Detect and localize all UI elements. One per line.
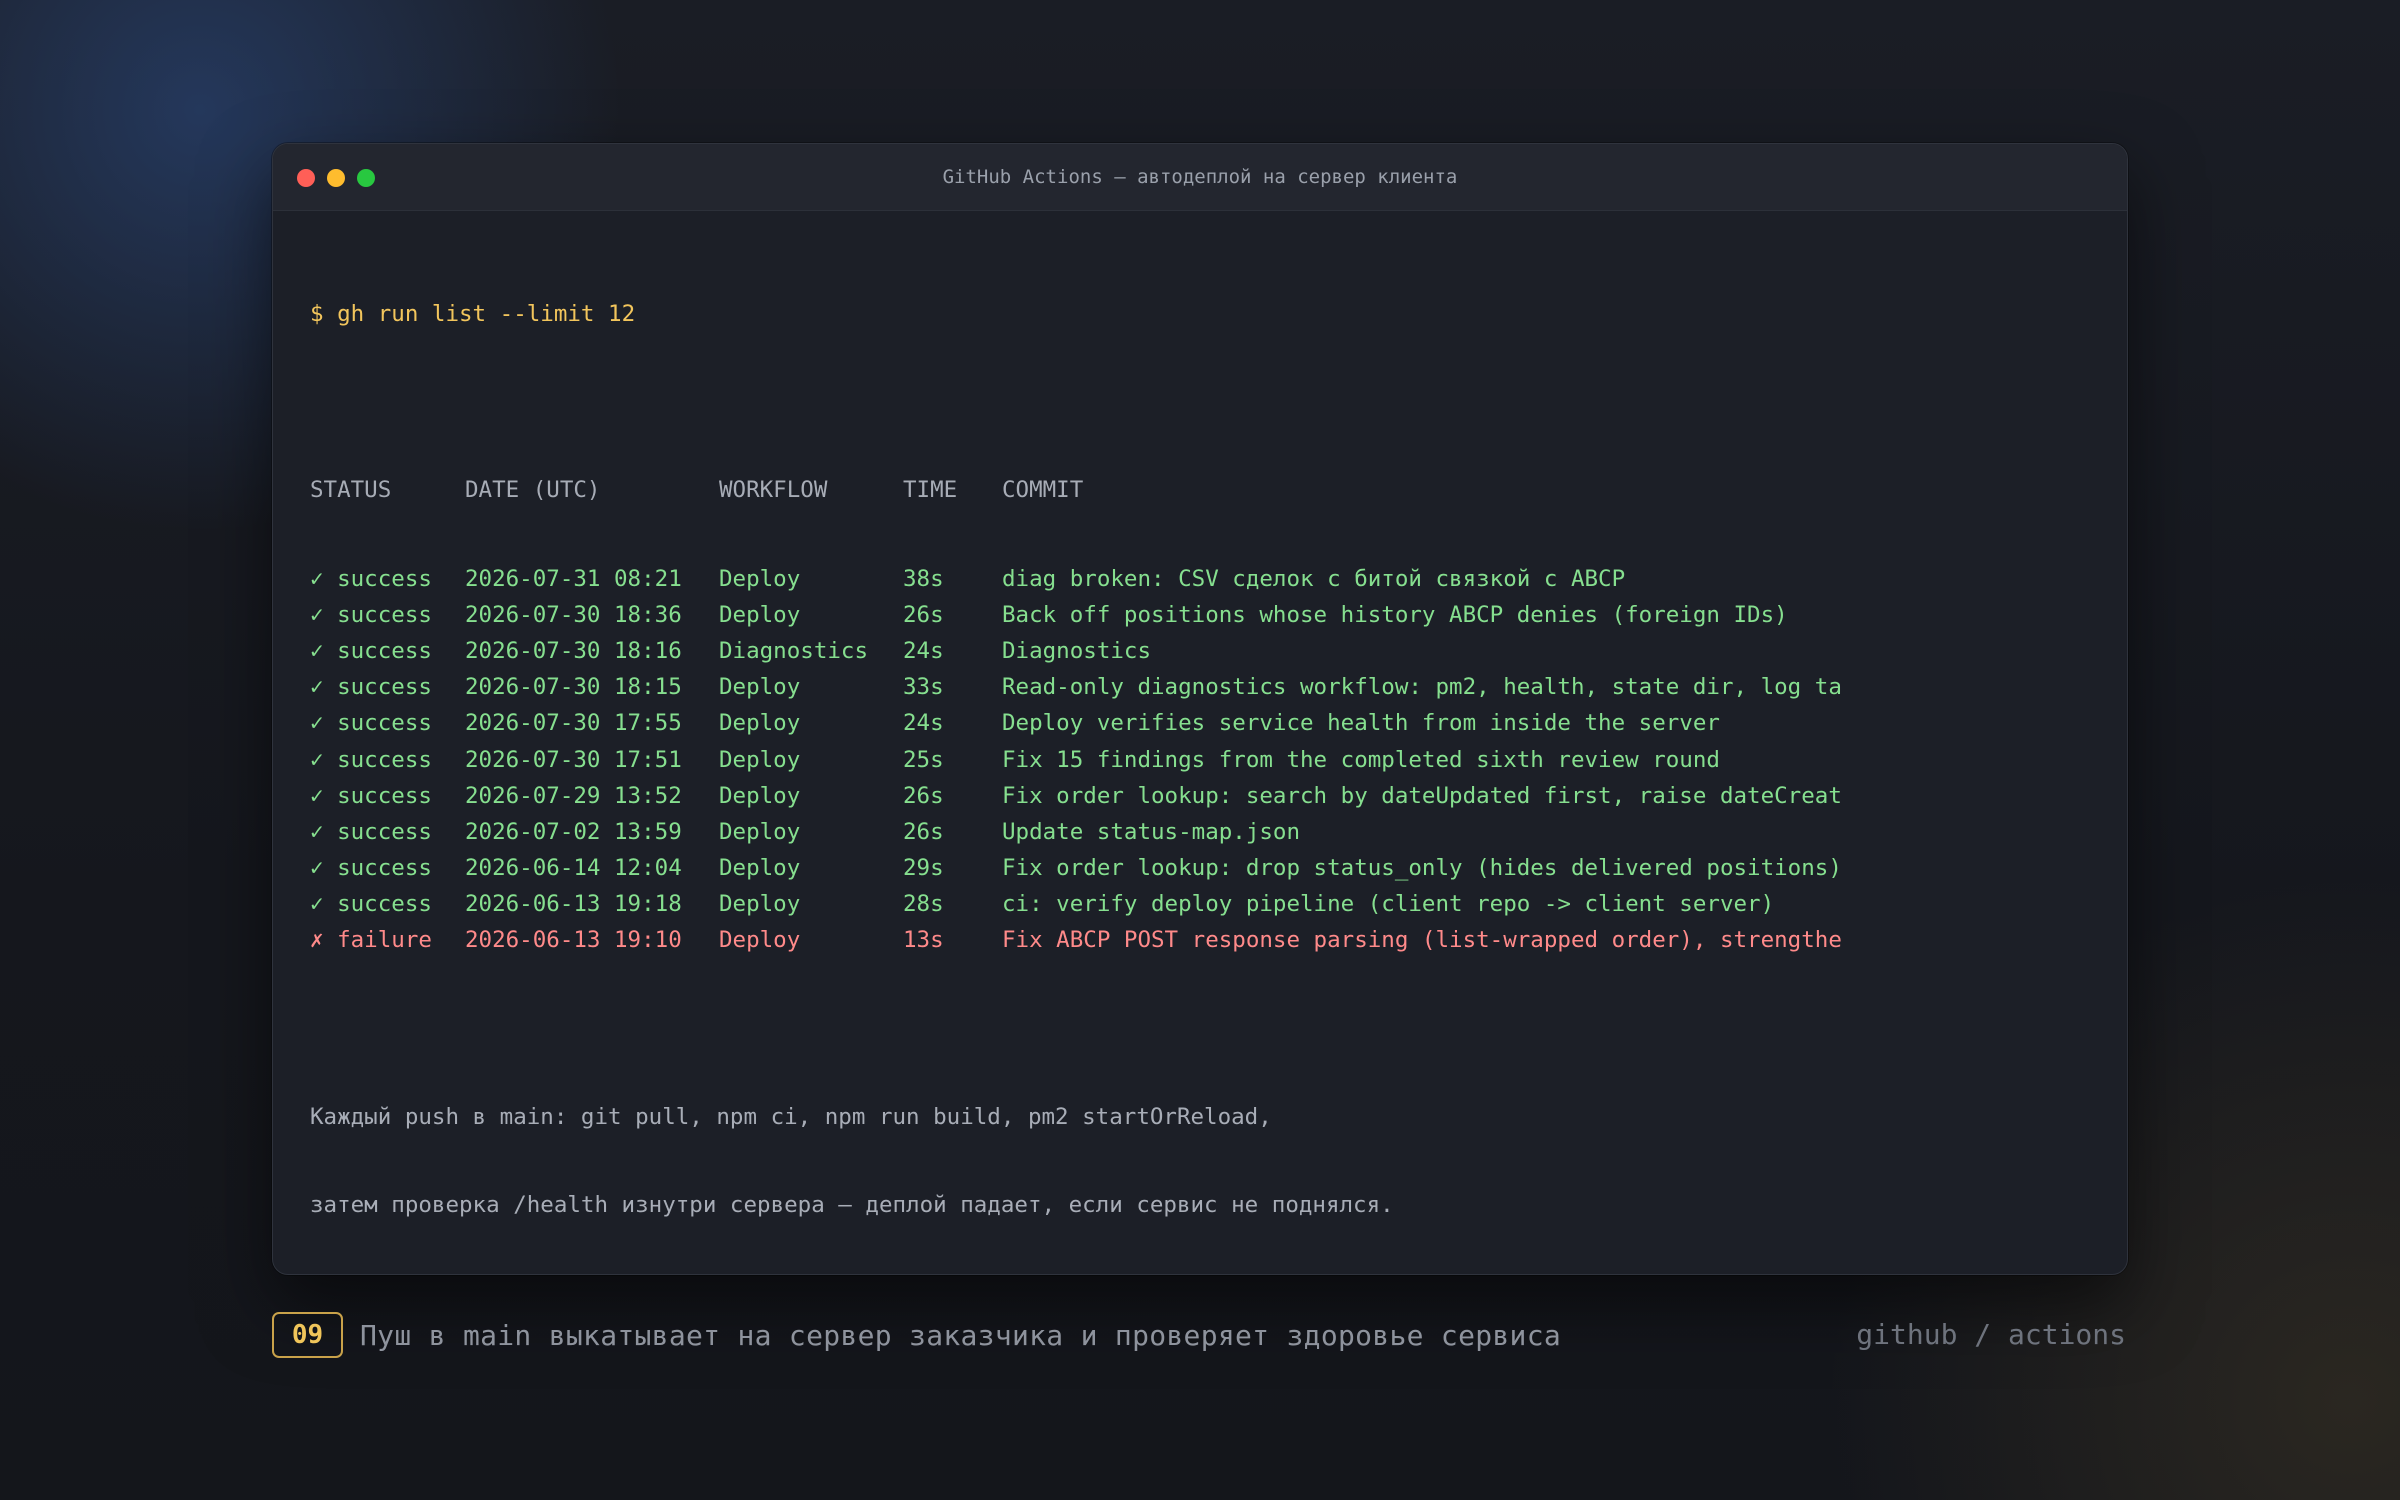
run-duration: 25s (903, 746, 944, 773)
note-line: Каждый push в main: git pull, npm ci, np… (310, 1103, 1272, 1130)
run-commit-message: Update status-map.json (1002, 818, 1301, 845)
table-row: ✓ success 2026-06-13 19:18 Deploy 28s ci: ve… (310, 886, 1842, 922)
run-date: 2026-07-02 13:59 (465, 818, 682, 845)
run-status: ✓ success (310, 601, 432, 628)
run-duration: 26s (903, 818, 944, 845)
run-duration: 13s (903, 927, 944, 954)
run-date: 2026-07-30 18:16 (465, 637, 682, 664)
run-workflow: Deploy (719, 818, 801, 845)
header-time: TIME (903, 477, 958, 504)
run-date: 2026-07-30 18:36 (465, 601, 682, 628)
run-duration: 24s (903, 710, 944, 737)
run-duration: 33s (903, 674, 944, 701)
run-commit-message: ci: verify deploy pipeline (client repo … (1002, 891, 1775, 918)
run-workflow: Deploy (719, 746, 801, 773)
table-row: ✓ success 2026-07-30 18:15 Deploy 33s Read-o… (310, 669, 1842, 705)
terminal-window: GitHub Actions — автодеплой на сервер кл… (272, 143, 2128, 1275)
slide-caption: Пуш в main выкатывает на сервер заказчик… (360, 1318, 1562, 1352)
run-duration: 26s (903, 782, 944, 809)
run-status: ✓ success (310, 818, 432, 845)
run-workflow: Deploy (719, 782, 801, 809)
header-date: DATE (UTC) (465, 477, 601, 504)
brand-label: github / actions (1856, 1318, 2126, 1351)
slide-footer: 09 Пуш в main выкатывает на сервер заказ… (272, 1312, 2126, 1358)
slide-number-badge: 09 (272, 1312, 343, 1358)
run-workflow: Diagnostics (719, 637, 869, 664)
run-workflow: Deploy (719, 891, 801, 918)
run-commit-message: Fix ABCP POST response parsing (list-wra… (1002, 927, 1842, 954)
run-workflow: Deploy (719, 927, 801, 954)
run-workflow: Deploy (719, 674, 801, 701)
run-commit-message: Fix 15 findings from the completed sixth… (1002, 746, 1720, 773)
header-status: STATUS (310, 477, 392, 504)
run-status: ✓ success (310, 782, 432, 809)
note-line: затем проверка /health изнутри сервера —… (310, 1192, 1394, 1218)
run-date: 2026-07-30 17:55 (465, 710, 682, 737)
run-status: ✓ success (310, 637, 432, 664)
run-commit-message: Fix order lookup: drop status_only (hide… (1002, 855, 1842, 882)
table-row: ✓ success 2026-07-02 13:59 Deploy 26s Update… (310, 814, 1842, 850)
table-row: ✓ success 2026-07-30 18:36 Deploy 26s Back o… (310, 597, 1842, 633)
run-status: ✗ failure (310, 927, 432, 954)
table-row: ✗ failure 2026-06-13 19:10 Deploy 13s Fix AB… (310, 922, 1842, 958)
run-commit-message: Diagnostics (1002, 637, 1152, 664)
run-commit-message: Back off positions whose history ABCP de… (1002, 601, 1788, 628)
run-date: 2026-07-30 18:15 (465, 674, 682, 701)
command-line: $ gh run list --limit 12 (310, 296, 1842, 332)
run-status: ✓ success (310, 710, 432, 737)
run-duration: 29s (903, 855, 944, 882)
run-status: ✓ success (310, 674, 432, 701)
run-commit-message: Fix order lookup: search by dateUpdated … (1002, 782, 1842, 809)
table-row: ✓ success 2026-07-30 17:51 Deploy 25s Fix 15… (310, 742, 1842, 778)
run-date: 2026-06-14 12:04 (465, 855, 682, 882)
run-date: 2026-07-31 08:21 (465, 565, 682, 592)
run-commit-message: Read-only diagnostics workflow: pm2, hea… (1002, 674, 1842, 701)
command-text: gh run list --limit 12 (337, 301, 636, 327)
runs-table: ✓ success 2026-07-31 08:21 Deploy 38s diag b… (310, 561, 1842, 959)
run-workflow: Deploy (719, 601, 801, 628)
run-duration: 24s (903, 637, 944, 664)
window-titlebar: GitHub Actions — автодеплой на сервер кл… (273, 144, 2127, 211)
run-duration: 38s (903, 565, 944, 592)
terminal-output[interactable]: $ gh run list --limit 12 STATUS DATE (UTC… (310, 244, 1842, 1274)
run-workflow: Deploy (719, 710, 801, 737)
window-title: GitHub Actions — автодеплой на сервер кл… (942, 166, 1458, 188)
run-duration: 28s (903, 891, 944, 918)
table-row: ✓ success 2026-06-14 12:04 Deploy 29s Fix or… (310, 850, 1842, 886)
run-workflow: Deploy (719, 565, 801, 592)
header-commit: COMMIT (1002, 477, 1084, 504)
run-status: ✓ success (310, 746, 432, 773)
prompt-symbol: $ (310, 301, 324, 327)
run-commit-message: Deploy verifies service health from insi… (1002, 710, 1720, 737)
table-row: ✓ success 2026-07-31 08:21 Deploy 38s diag b… (310, 561, 1842, 597)
run-commit-message: diag broken: CSV сделок с битой связкой … (1002, 565, 1626, 592)
run-date: 2026-06-13 19:10 (465, 927, 682, 954)
table-row: ✓ success 2026-07-30 17:55 Deploy 24s Deploy… (310, 705, 1842, 741)
table-row: ✓ success 2026-07-30 18:16 Diagnostics 24s D… (310, 633, 1842, 669)
run-date: 2026-07-30 17:51 (465, 746, 682, 773)
run-date: 2026-07-29 13:52 (465, 782, 682, 809)
run-date: 2026-06-13 19:18 (465, 891, 682, 918)
run-status: ✓ success (310, 891, 432, 918)
run-workflow: Deploy (719, 855, 801, 882)
run-status: ✓ success (310, 565, 432, 592)
table-row: ✓ success 2026-07-29 13:52 Deploy 26s Fix or… (310, 778, 1842, 814)
run-duration: 26s (903, 601, 944, 628)
table-header: STATUS DATE (UTC) WORKFLOW TIME COMMIT (310, 472, 1842, 508)
run-status: ✓ success (310, 855, 432, 882)
header-workflow: WORKFLOW (719, 477, 828, 504)
